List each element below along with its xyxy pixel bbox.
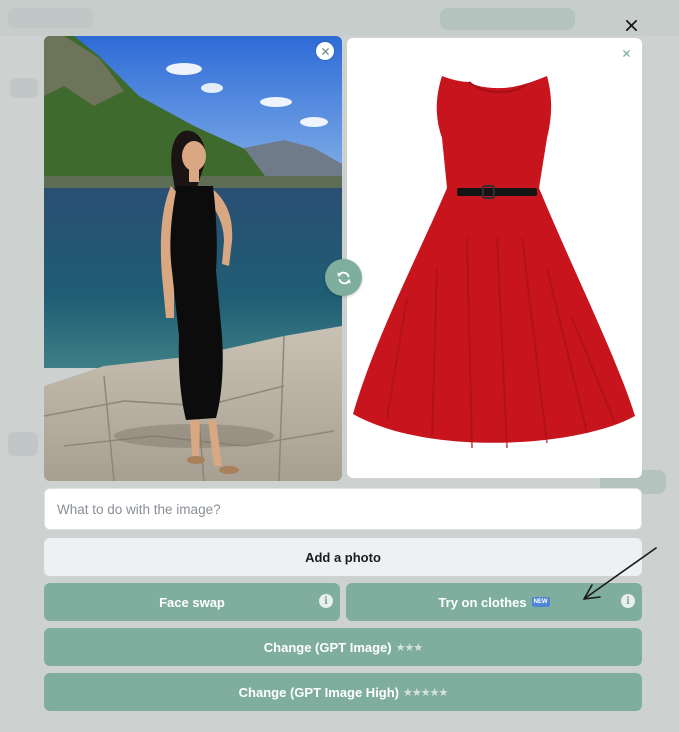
change-gpt-image-high-button[interactable]: Change (GPT Image High) ★★★★★ [44, 673, 642, 711]
try-on-clothes-button[interactable]: Try on clothes NEW i [346, 583, 642, 621]
change-gpt-image-button[interactable]: Change (GPT Image) ★★★ [44, 628, 642, 666]
face-swap-label: Face swap [159, 594, 225, 610]
photo-woman-seaside [44, 36, 342, 481]
remove-source-image-icon[interactable] [316, 42, 334, 60]
swap-images-icon[interactable] [325, 259, 362, 296]
try-on-clothes-label: Try on clothes [438, 594, 527, 610]
quality-stars-icon: ★★★ [395, 641, 424, 654]
source-photo [44, 36, 342, 481]
face-swap-info-icon[interactable]: i [319, 594, 333, 608]
change-gpt-image-label: Change (GPT Image) [263, 639, 392, 655]
prompt-input[interactable] [44, 488, 642, 530]
quality-stars-high-icon: ★★★★★ [403, 686, 448, 699]
photo-red-dress [353, 76, 635, 449]
clothing-photo [347, 38, 642, 478]
try-on-info-icon[interactable]: i [621, 594, 635, 608]
add-photo-label: Add a photo [305, 549, 381, 565]
face-swap-button[interactable]: Face swap i [44, 583, 340, 621]
close-modal-icon[interactable] [620, 14, 642, 36]
change-gpt-image-high-label: Change (GPT Image High) [238, 684, 400, 700]
remove-clothing-image-icon[interactable] [617, 44, 635, 62]
new-badge: NEW [531, 597, 550, 607]
add-photo-button[interactable]: Add a photo [44, 538, 642, 576]
